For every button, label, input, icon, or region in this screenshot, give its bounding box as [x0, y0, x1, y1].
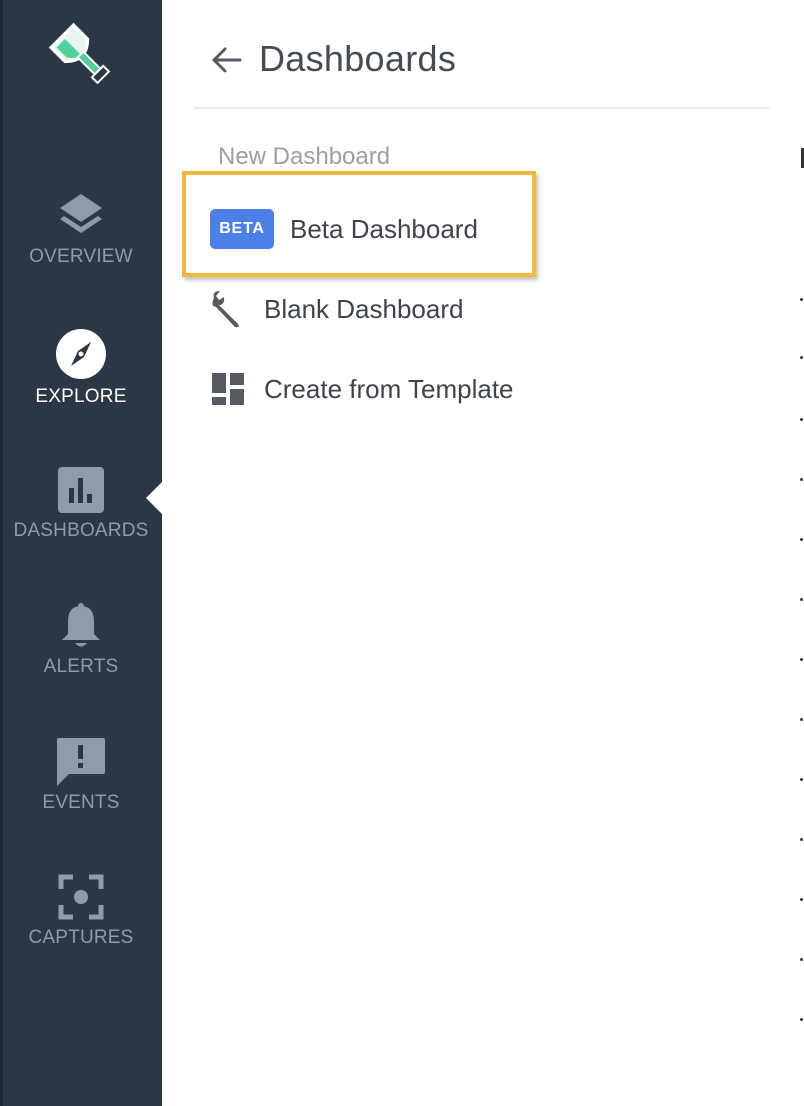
nav-captures[interactable]: CAPTURES: [0, 873, 162, 949]
bell-icon: [62, 603, 100, 647]
background-content-dot: [800, 718, 803, 721]
beta-badge: BETA: [210, 209, 274, 249]
background-content-dot: [800, 598, 803, 601]
title-divider: [194, 107, 770, 109]
back-arrow-icon[interactable]: [210, 44, 242, 76]
nav-events-label: EVENTS: [42, 792, 120, 813]
nav-captures-label: CAPTURES: [28, 927, 134, 948]
menu-item-blank-dashboard[interactable]: Blank Dashboard: [208, 285, 463, 333]
wrench-icon: [212, 291, 239, 328]
background-content-dot: [800, 658, 803, 661]
template-grid-icon: [212, 373, 244, 405]
menu-item-label: Blank Dashboard: [264, 293, 464, 324]
dashboards-panel: Dashboards New Dashboard BETA Beta Dashb…: [162, 0, 804, 1106]
nav-overview-label: OVERVIEW: [29, 246, 133, 267]
shovel-logo-icon[interactable]: [44, 18, 120, 94]
capture-focus-icon: [58, 874, 104, 920]
compass-icon: [56, 329, 106, 379]
nav-overview[interactable]: OVERVIEW: [0, 190, 162, 268]
background-content-dot: [800, 1018, 803, 1021]
background-content-dot: [800, 298, 803, 301]
nav-dashboards[interactable]: DASHBOARDS: [0, 466, 162, 542]
nav-dashboards-label: DASHBOARDS: [13, 520, 149, 541]
background-content-dot: [800, 838, 803, 841]
background-content-dot: [800, 418, 803, 421]
background-content-dot: [800, 478, 803, 481]
background-content-dot: [800, 898, 803, 901]
active-nav-pointer: [146, 481, 163, 515]
background-content-dot: [800, 778, 803, 781]
background-content-dot: [800, 958, 803, 961]
nav-events[interactable]: EVENTS: [0, 736, 162, 814]
nav-alerts-label: ALERTS: [43, 656, 119, 677]
menu-item-label: Beta Dashboard: [290, 213, 478, 244]
nav-alerts[interactable]: ALERTS: [0, 602, 162, 678]
layers-icon: [60, 194, 102, 233]
menu-item-create-from-template[interactable]: Create from Template: [208, 365, 514, 413]
background-content-dot: [800, 356, 803, 359]
menu-item-beta-dashboard[interactable]: BETA Beta Dashboard: [210, 205, 478, 253]
background-content-dot: [800, 538, 803, 541]
nav-explore-label: EXPLORE: [35, 386, 127, 407]
nav-explore[interactable]: EXPLORE: [0, 328, 162, 408]
menu-item-label: Create from Template: [264, 373, 514, 404]
sidebar: OVERVIEW EXPLORE DASHBOARDS ALERTS EVENT…: [0, 0, 163, 1106]
alert-message-icon: [57, 738, 105, 786]
section-label-new-dashboard: New Dashboard: [218, 143, 391, 170]
bar-chart-icon: [58, 467, 104, 513]
page-title: Dashboards: [259, 38, 457, 79]
